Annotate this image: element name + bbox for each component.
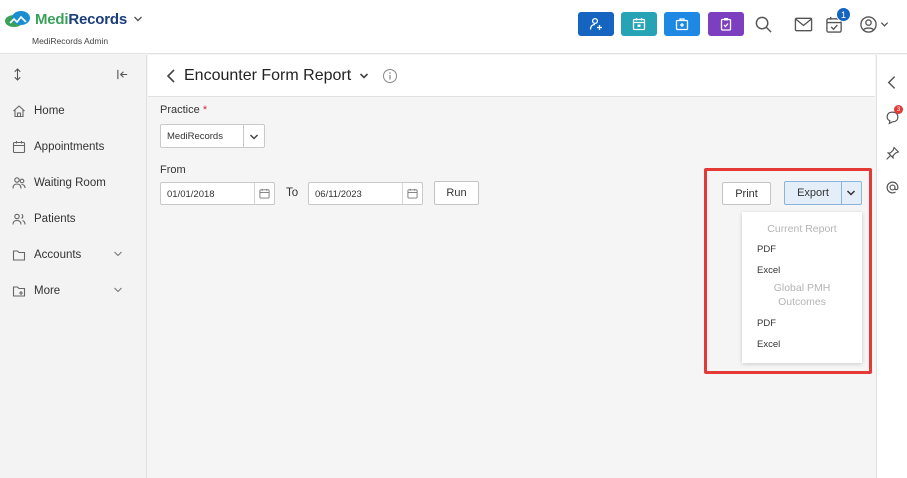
tasks-badge: 1 [836, 7, 851, 22]
brand-name-records: Records [68, 10, 127, 28]
practice-select[interactable]: MediRecords [160, 124, 265, 148]
chevron-down-icon [114, 287, 122, 293]
pin-icon[interactable] [885, 146, 900, 161]
chat-badge: 3 [894, 105, 903, 114]
sidebar-tools [0, 65, 147, 85]
folder-icon [12, 250, 26, 261]
date-divider [254, 183, 255, 204]
chevron-down-icon[interactable] [133, 14, 143, 24]
home-icon [13, 105, 25, 118]
calendar-icon [632, 18, 646, 31]
clipboard-button[interactable] [708, 12, 744, 36]
required-mark: * [202, 104, 208, 116]
add-patient-button[interactable] [578, 12, 614, 36]
account-subtitle: MediRecords Admin [32, 36, 109, 46]
calendar-icon[interactable] [259, 188, 270, 199]
expand-vertical-icon[interactable] [12, 68, 23, 81]
collapse-sidebar-icon[interactable] [116, 68, 129, 81]
chevron-down-icon [880, 21, 889, 27]
from-date-value: 01/01/2018 [167, 189, 215, 200]
search-button[interactable] [752, 13, 774, 35]
practice-label: Practice * [160, 104, 207, 116]
sidebar: Home Appointments Waiting Room Patients … [0, 55, 147, 478]
calendar-icon [12, 141, 26, 154]
sidebar-item-more[interactable]: More [0, 276, 147, 306]
cloud-logo-icon [5, 11, 30, 27]
clipboard-icon [720, 18, 732, 31]
new-appointment-button[interactable] [621, 12, 657, 36]
date-divider [402, 183, 403, 204]
right-rail: 3 [876, 55, 907, 478]
brand-name-medi: Medi [35, 10, 69, 28]
medical-button[interactable] [664, 12, 700, 36]
to-label: To [286, 187, 299, 199]
from-label: From [160, 164, 186, 176]
from-date-input[interactable]: 01/01/2018 [160, 182, 275, 205]
patients-icon [12, 213, 26, 225]
run-button[interactable]: Run [434, 181, 479, 205]
user-menu-button[interactable] [856, 13, 892, 35]
practice-select-value: MediRecords [167, 131, 223, 142]
sidebar-item-label: Accounts [34, 249, 82, 261]
highlight-box [704, 168, 872, 374]
chevron-down-icon[interactable] [359, 71, 369, 81]
mail-icon [794, 17, 812, 31]
chevron-left-icon[interactable] [885, 75, 900, 90]
messages-button[interactable] [792, 13, 814, 35]
people-icon [12, 177, 26, 189]
to-date-value: 06/11/2023 [315, 189, 362, 200]
back-arrow-icon[interactable] [164, 68, 178, 84]
sidebar-item-waiting-room[interactable]: Waiting Room [0, 168, 147, 198]
medical-bag-icon [675, 18, 689, 31]
folder-plus-icon [12, 286, 26, 297]
sidebar-item-patients[interactable]: Patients [0, 204, 147, 234]
brand-name: MediRecords [35, 11, 127, 28]
info-icon[interactable] [382, 68, 398, 84]
page-header: Encounter Form Report [148, 55, 875, 97]
at-sign-icon[interactable] [885, 180, 900, 195]
sidebar-item-label: More [34, 285, 61, 297]
sidebar-item-label: Home [34, 105, 65, 117]
calendar-icon[interactable] [407, 188, 418, 199]
brand-logo[interactable]: MediRecords [4, 10, 143, 28]
sidebar-item-home[interactable]: Home [0, 96, 147, 126]
chevron-down-icon [114, 251, 122, 257]
user-circle-icon [860, 15, 877, 33]
sidebar-item-label: Appointments [34, 141, 105, 153]
sidebar-item-label: Patients [34, 213, 76, 225]
search-icon [755, 16, 772, 33]
top-bar: MediRecords MediRecords Admin 1 [0, 0, 907, 54]
sidebar-item-appointments[interactable]: Appointments [0, 132, 147, 162]
sidebar-item-label: Waiting Room [34, 177, 106, 189]
select-divider [243, 125, 244, 147]
page-title: Encounter Form Report [184, 67, 352, 84]
add-patient-icon [589, 17, 602, 30]
to-date-input[interactable]: 06/11/2023 [308, 182, 423, 205]
practice-label-text: Practice [160, 104, 200, 116]
chevron-down-icon [249, 134, 259, 140]
sidebar-item-accounts[interactable]: Accounts [0, 240, 147, 270]
